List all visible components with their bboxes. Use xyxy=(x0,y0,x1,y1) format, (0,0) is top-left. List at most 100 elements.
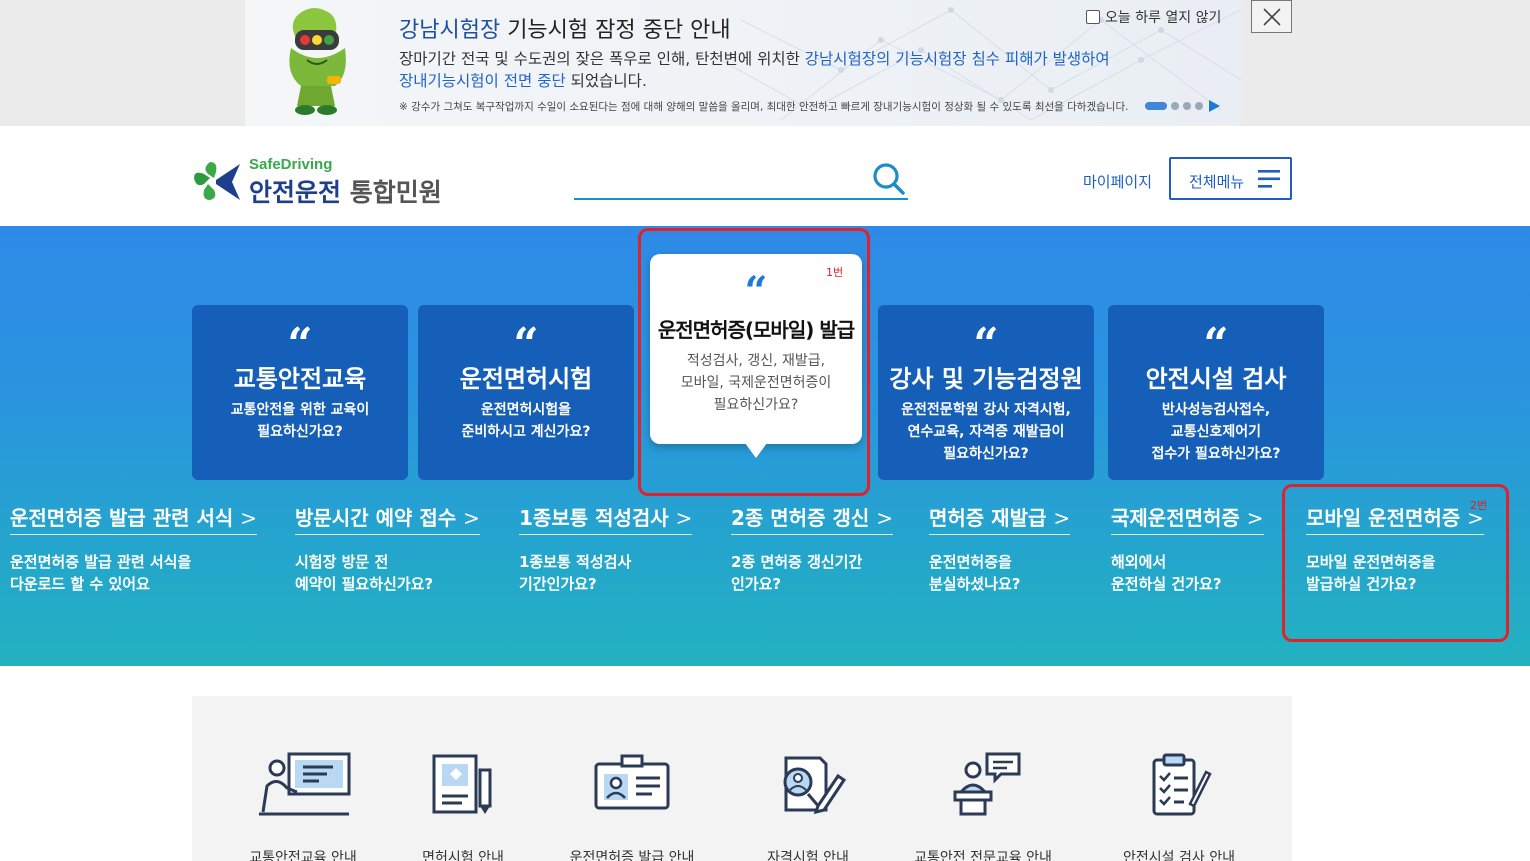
close-button[interactable] xyxy=(1251,0,1292,33)
mypage-link[interactable]: 마이페이지 xyxy=(1083,171,1152,192)
notice-title-rest: 기능시험 잠정 중단 안내 xyxy=(500,18,731,43)
notice-body: 장마기간 전국 및 수도권의 잦은 폭우로 인해, 탄천변에 위치한 강남시험장… xyxy=(399,48,1199,92)
quick-link-title[interactable]: 2종 면허증 갱신 > xyxy=(731,502,893,535)
quick-link-aptitude-test[interactable]: 1종보통 적성검사 > 1종보통 적성검사 기간인가요? xyxy=(519,502,693,595)
service-professional-education[interactable]: 교통안전 전문교육 안내 xyxy=(914,752,1052,861)
services-panel: 교통안전교육 안내 면허시험 안내 운전면허증 발급 안내 자격시험 안내 교통… xyxy=(192,696,1292,861)
card-title: 안전시설 검사 xyxy=(1145,365,1287,393)
quick-link-desc-line: 인가요? xyxy=(731,575,782,593)
document-pen-icon xyxy=(432,754,492,814)
quick-link-title[interactable]: 면허증 재발급 > xyxy=(929,502,1071,535)
pager-dot[interactable] xyxy=(1183,102,1191,110)
quick-link-forms[interactable]: 운전면허증 발급 관련 서식 > 운전면허증 발급 관련 서식을다운로드 할 수… xyxy=(10,502,258,595)
card-instructor-examiner[interactable]: “ 강사 및 기능검정원 운전전문학원 강사 자격시험, 연수교육, 자격증 재… xyxy=(878,305,1094,480)
quick-link-desc-line: 운전하실 건가요? xyxy=(1111,575,1222,593)
service-license-issuance[interactable]: 운전면허증 발급 안내 xyxy=(570,752,694,861)
card-safety-facility-inspection[interactable]: “ 안전시설 검사 반사성능검사접수, 교통신호제어기 접수가 필요하신가요? xyxy=(1108,305,1324,480)
quick-link-renewal[interactable]: 2종 면허증 갱신 > 2종 면허증 갱신기간인가요? xyxy=(731,502,893,595)
chevron-right-icon: > xyxy=(1053,506,1071,530)
quick-link-desc-line: 분실하셨나요? xyxy=(929,575,1021,593)
notice-footnote: ※ 강수가 그쳐도 복구작업까지 수일이 소요된다는 점에 대해 양해의 말씀을… xyxy=(399,101,1129,113)
quick-link-desc: 시험장 방문 전예약이 필요하신가요? xyxy=(295,551,480,595)
quick-link-desc-line: 2종 면허증 갱신기간 xyxy=(731,553,863,571)
dont-show-today-checkbox[interactable]: 오늘 하루 열지 않기 xyxy=(1086,7,1221,27)
pager-dot[interactable] xyxy=(1171,102,1179,110)
quote-icon: “ xyxy=(287,319,313,370)
quote-icon: “ xyxy=(973,319,999,370)
service-label: 안전시설 검사 안내 xyxy=(1123,850,1235,861)
card-desc-line: 반사성능검사접수, xyxy=(1161,402,1271,418)
search-icon[interactable] xyxy=(872,162,906,196)
chevron-right-icon: > xyxy=(463,506,480,530)
service-label: 자격시험 안내 xyxy=(767,850,849,861)
service-label: 운전면허증 발급 안내 xyxy=(569,850,695,861)
quick-link-title[interactable]: 국제운전면허증 > xyxy=(1111,502,1264,535)
site-header: SafeDriving 안전운전 통합민원 마이페이지 전체메뉴 xyxy=(0,126,1530,226)
site-logo[interactable]: SafeDriving 안전운전 통합민원 xyxy=(192,156,482,209)
speaker-podium-icon xyxy=(953,752,1021,816)
card-desc-line: 접수가 필요하신가요? xyxy=(1151,446,1281,462)
clover-logo-icon xyxy=(194,162,240,200)
quick-link-title[interactable]: 1종보통 적성검사 > xyxy=(519,502,693,535)
service-qualification-exam[interactable]: 자격시험 안내 xyxy=(758,752,858,861)
quick-link-desc-line: 예약이 필요하신가요? xyxy=(295,575,434,593)
quick-link-title[interactable]: 운전면허증 발급 관련 서식 > xyxy=(10,502,258,535)
quick-link-desc-line: 운전면허증 발급 관련 서식을 xyxy=(10,553,192,571)
service-facility-inspection[interactable]: 안전시설 검사 안내 xyxy=(1123,752,1235,861)
quick-link-desc-line: 1종보통 적성검사 xyxy=(519,553,632,571)
quick-link-desc-line: 다운로드 할 수 있어요 xyxy=(10,575,150,593)
dont-show-today-label: 오늘 하루 열지 않기 xyxy=(1105,10,1222,26)
service-traffic-safety-education[interactable]: 교통안전교육 안내 xyxy=(248,752,358,861)
all-menu-button[interactable]: 전체메뉴 xyxy=(1169,157,1292,200)
logo-title: 안전운전 통합민원 xyxy=(249,173,442,209)
notice-title: 강남시험장 기능시험 잠정 중단 안내 xyxy=(399,12,731,44)
card-title: 운전면허증(모바일) 발급 xyxy=(657,318,855,342)
card-desc-line: 운전면허시험을 xyxy=(480,402,572,418)
annotation-label-2: 2번 xyxy=(1470,499,1488,512)
quick-link-title-text: 면허증 재발급 xyxy=(929,506,1047,530)
card-license-exam[interactable]: “ 운전면허시험 운전면허시험을 준비하시고 계신가요? xyxy=(418,305,634,480)
all-menu-label: 전체메뉴 xyxy=(1189,173,1245,191)
logo-subtitle: SafeDriving xyxy=(249,156,333,173)
service-label: 교통안전교육 안내 xyxy=(249,850,357,861)
quick-link-reissue[interactable]: 면허증 재발급 > 운전면허증을분실하셨나요? xyxy=(929,502,1071,595)
notice-body-text: 되었습니다. xyxy=(565,72,647,90)
quick-link-visit-reservation[interactable]: 방문시간 예약 접수 > 시험장 방문 전예약이 필요하신가요? xyxy=(295,502,480,595)
quick-link-title[interactable]: 방문시간 예약 접수 > xyxy=(295,502,480,535)
notice-title-highlight: 강남시험장 xyxy=(399,18,501,43)
tooltip-tail xyxy=(745,443,767,458)
quick-link-international[interactable]: 국제운전면허증 > 해외에서 운전하실 건가요? xyxy=(1111,502,1264,595)
card-desc-line: 교통안전을 위한 교육이 xyxy=(230,402,370,418)
hamburger-icon xyxy=(1258,170,1280,188)
card-title: 운전면허시험 xyxy=(459,365,593,393)
teacher-board-icon xyxy=(259,752,351,816)
close-icon xyxy=(1263,8,1281,26)
notice-body-highlight: 장내기능시험이 전면 중단 xyxy=(399,72,566,90)
card-title: 교통안전교육 xyxy=(233,365,367,393)
person-paper-pen-icon xyxy=(783,756,847,815)
quote-icon: “ xyxy=(513,319,539,370)
quick-link-desc-line: 운전면허증을 xyxy=(929,553,1012,571)
search-input[interactable] xyxy=(574,162,908,200)
card-desc-line: 연수교육, 자격증 재발급이 xyxy=(907,424,1065,440)
play-icon[interactable] xyxy=(1209,100,1220,112)
card-description: 운전전문학원 강사 자격시험, 연수교육, 자격증 재발급이 필요하신가요? xyxy=(884,399,1088,465)
card-desc-line: 필요하신가요? xyxy=(943,446,1029,462)
card-license-issuance-featured[interactable]: “ 운전면허증(모바일) 발급 적성검사, 갱신, 재발급, 모바일, 국제운전… xyxy=(650,254,862,458)
card-traffic-safety-education[interactable]: “ 교통안전교육 교통안전을 위한 교육이 필요하신가요? xyxy=(192,305,408,480)
card-desc-line: 필요하신가요? xyxy=(257,424,343,440)
card-desc-line: 모바일, 국제운전면허증이 xyxy=(680,375,832,391)
traffic-light-mascot-icon xyxy=(289,8,346,115)
quick-link-title-text: 운전면허증 발급 관련 서식 xyxy=(10,506,234,530)
checkbox-icon[interactable] xyxy=(1086,10,1100,24)
card-desc-line: 준비하시고 계신가요? xyxy=(461,424,591,440)
pager-dot-active[interactable] xyxy=(1145,102,1167,110)
card-description: 반사성능검사접수, 교통신호제어기 접수가 필요하신가요? xyxy=(1114,399,1318,465)
service-license-exam[interactable]: 면허시험 안내 xyxy=(418,752,508,861)
quick-link-title-text: 국제운전면허증 xyxy=(1111,506,1240,530)
logo-title-main: 안전운전 xyxy=(249,178,342,207)
logo-title-sub: 통합민원 xyxy=(341,178,442,207)
quick-link-desc-line: 시험장 방문 전 xyxy=(295,553,389,571)
pager-dot[interactable] xyxy=(1195,102,1203,110)
notice-pager[interactable] xyxy=(1145,99,1225,113)
